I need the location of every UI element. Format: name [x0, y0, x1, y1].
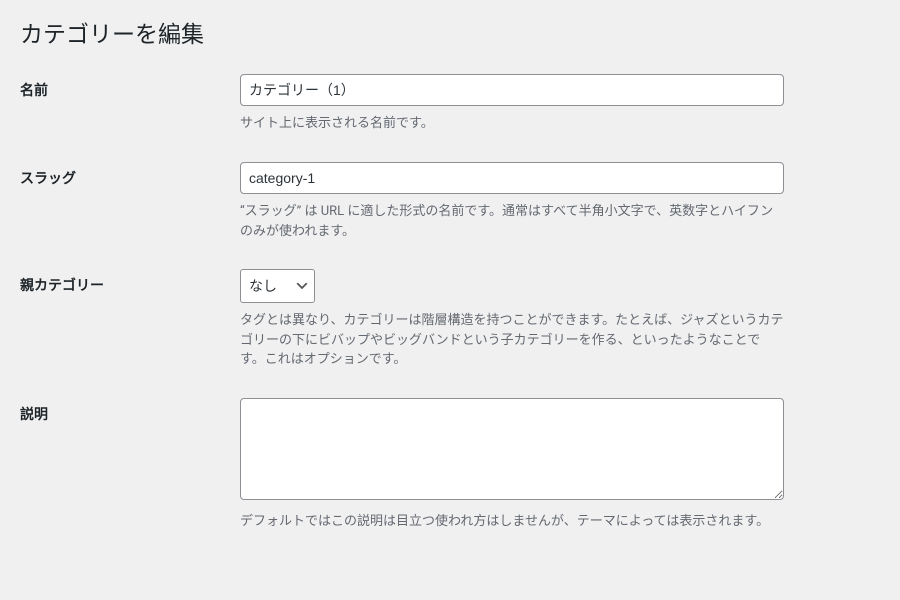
page-title: カテゴリーを編集: [20, 20, 880, 50]
parent-row: 親カテゴリー なし タグとは異なり、カテゴリーは階層構造を持つことができます。た…: [20, 269, 880, 370]
description-row: 説明 デフォルトではこの説明は目立つ使われ方はしませんが、テーマによっては表示さ…: [20, 398, 880, 532]
name-description: サイト上に表示される名前です。: [240, 114, 784, 134]
name-label: 名前: [20, 83, 48, 99]
edit-category-form: 名前 サイト上に表示される名前です。 スラッグ “スラッグ” は URL に適し…: [20, 74, 880, 531]
parent-description: タグとは異なり、カテゴリーは階層構造を持つことができます。たとえば、ジャズという…: [240, 311, 784, 370]
slug-description: “スラッグ” は URL に適した形式の名前です。通常はすべて半角小文字で、英数…: [240, 202, 784, 241]
name-row: 名前 サイト上に表示される名前です。: [20, 74, 880, 134]
description-textarea[interactable]: [240, 398, 784, 500]
slug-label: スラッグ: [20, 171, 76, 187]
parent-select[interactable]: なし: [240, 269, 315, 303]
parent-label: 親カテゴリー: [20, 278, 104, 294]
description-label: 説明: [20, 407, 48, 423]
slug-input[interactable]: [240, 162, 784, 194]
name-input[interactable]: [240, 74, 784, 106]
slug-row: スラッグ “スラッグ” は URL に適した形式の名前です。通常はすべて半角小文…: [20, 162, 880, 241]
description-help: デフォルトではこの説明は目立つ使われ方はしませんが、テーマによっては表示されます…: [240, 512, 784, 532]
